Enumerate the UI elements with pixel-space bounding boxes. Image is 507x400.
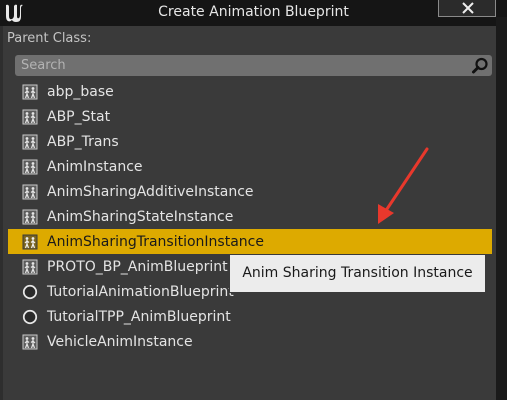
anim-blueprint-icon: [22, 259, 38, 275]
dialog-title: Create Animation Blueprint: [158, 4, 349, 20]
frame-left: [0, 26, 3, 400]
search-input[interactable]: [21, 55, 461, 76]
list-item-label: AnimInstance: [47, 158, 143, 175]
close-button[interactable]: [438, 0, 496, 17]
list-item-label: ABP_Stat: [47, 108, 111, 125]
list-item[interactable]: ABP_Trans: [8, 129, 492, 154]
create-animation-blueprint-dialog: Create Animation Blueprint Parent Class:…: [0, 0, 507, 400]
circle-class-icon: [22, 309, 38, 325]
list-item-label: ABP_Trans: [47, 133, 119, 150]
list-item-label: VehicleAnimInstance: [47, 333, 193, 350]
anim-blueprint-icon: [22, 109, 38, 125]
anim-blueprint-icon: [22, 184, 38, 200]
tooltip: Anim Sharing Transition Instance: [229, 254, 486, 293]
list-item-label: TutorialAnimationBlueprint: [47, 283, 234, 300]
anim-blueprint-icon: [22, 334, 38, 350]
list-item[interactable]: AnimSharingAdditiveInstance: [8, 179, 492, 204]
list-item[interactable]: ABP_Stat: [8, 104, 492, 129]
anim-blueprint-icon: [22, 134, 38, 150]
list-item-label: AnimSharingAdditiveInstance: [47, 183, 254, 200]
search-icon[interactable]: [471, 57, 489, 75]
parent-class-label: Parent Class:: [7, 31, 92, 46]
list-item-label: AnimSharingStateInstance: [47, 208, 234, 225]
list-item-label: abp_base: [47, 83, 114, 100]
list-item[interactable]: AnimSharingStateInstance: [8, 204, 492, 229]
list-item-selected[interactable]: AnimSharingTransitionInstance: [8, 229, 492, 254]
anim-blueprint-icon: [22, 84, 38, 100]
search-box[interactable]: [15, 55, 492, 76]
list-item[interactable]: AnimInstance: [8, 154, 492, 179]
anim-blueprint-icon: [22, 234, 38, 250]
anim-blueprint-icon: [22, 159, 38, 175]
list-item[interactable]: TutorialTPP_AnimBlueprint: [8, 304, 492, 329]
list-item[interactable]: abp_base: [8, 79, 492, 104]
close-icon: [462, 2, 474, 14]
parent-class-list: abp_base ABP_Stat ABP_Trans AnimInstance…: [8, 79, 492, 354]
list-item-label: PROTO_BP_AnimBlueprint: [47, 258, 228, 275]
list-item-label: TutorialTPP_AnimBlueprint: [47, 308, 231, 325]
circle-class-icon: [22, 284, 38, 300]
list-item-label: AnimSharingTransitionInstance: [47, 233, 264, 250]
anim-blueprint-icon: [22, 209, 38, 225]
title-bar[interactable]: Create Animation Blueprint: [0, 0, 507, 26]
list-item[interactable]: VehicleAnimInstance: [8, 329, 492, 354]
frame-right: [496, 17, 507, 400]
